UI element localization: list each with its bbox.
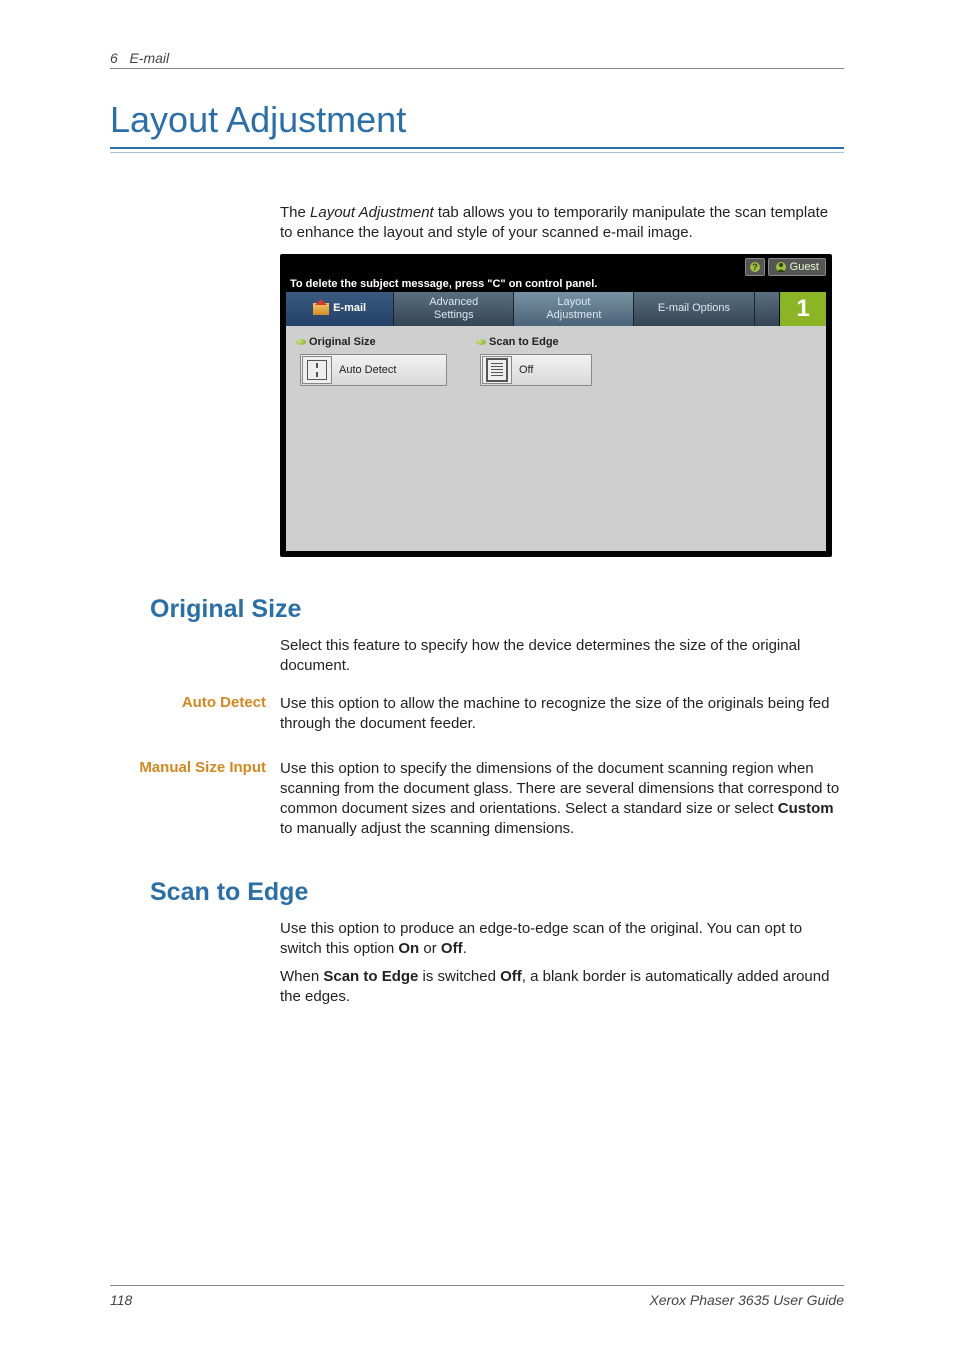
tab-email-options[interactable]: E-mail Options: [634, 292, 754, 326]
scan-to-edge-p1: Use this option to produce an edge-to-ed…: [280, 919, 844, 960]
original-size-button[interactable]: Auto Detect: [300, 354, 447, 386]
tab-advanced-settings[interactable]: Advanced Settings: [394, 292, 514, 326]
page-title: Layout Adjustment: [110, 99, 844, 141]
help-icon[interactable]: ?: [745, 258, 765, 276]
chapter-number: 6: [110, 50, 118, 66]
auto-detect-icon: [307, 360, 327, 380]
running-header: 6 E-mail: [110, 50, 844, 69]
group-original-size: Original Size: [296, 336, 376, 348]
tab-row: E-mail Advanced Settings Layout Adjustme…: [286, 292, 826, 326]
heading-scan-to-edge: Scan to Edge: [150, 878, 844, 907]
copy-count: 1: [779, 292, 826, 326]
doc-title: Xerox Phaser 3635 User Guide: [649, 1292, 844, 1308]
ui-screenshot: ? Guest To delete the subject message, p…: [280, 254, 832, 557]
scan-to-edge-p2: When Scan to Edge is switched Off, a bla…: [280, 967, 844, 1008]
heading-original-size: Original Size: [150, 595, 844, 624]
title-rule: [110, 147, 844, 153]
scan-to-edge-button[interactable]: Off: [480, 354, 592, 386]
text-manual-size-input: Use this option to specify the dimension…: [280, 759, 844, 840]
page-footer: 118 Xerox Phaser 3635 User Guide: [110, 1285, 844, 1308]
bullet-icon: [476, 339, 486, 345]
bullet-icon: [296, 339, 306, 345]
guest-button[interactable]: Guest: [768, 258, 826, 276]
screenshot-body: Original Size Auto Detect Scan to Edge O…: [286, 326, 826, 551]
group-scan-to-edge: Scan to Edge: [476, 336, 559, 348]
scan-edge-icon: [486, 358, 508, 382]
tab-layout-adjustment[interactable]: Layout Adjustment: [514, 292, 634, 326]
tab-email[interactable]: E-mail: [286, 292, 394, 326]
hint-text: To delete the subject message, press "C"…: [290, 278, 597, 290]
page-number: 118: [110, 1292, 132, 1308]
text-auto-detect: Use this option to allow the machine to …: [280, 694, 844, 735]
svg-text:?: ?: [752, 262, 758, 272]
label-auto-detect: Auto Detect: [110, 694, 280, 735]
mail-icon: [313, 303, 329, 315]
original-size-intro: Select this feature to specify how the d…: [280, 636, 844, 677]
guest-label: Guest: [790, 261, 819, 273]
label-manual-size-input: Manual Size Input: [110, 759, 280, 840]
intro-paragraph: The Layout Adjustment tab allows you to …: [280, 203, 844, 244]
chapter-title: E-mail: [129, 50, 169, 66]
